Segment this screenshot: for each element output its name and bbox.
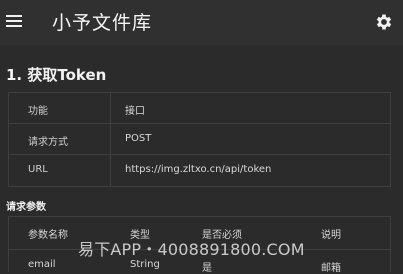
- app-bar: 小予文件库: [0, 0, 403, 45]
- info-key: 功能: [28, 106, 48, 117]
- info-key: URL: [28, 164, 48, 175]
- gear-icon[interactable]: [374, 12, 394, 32]
- section-title: 1. 获取Token: [6, 66, 107, 84]
- info-value: 接口: [125, 106, 145, 117]
- app-title: 小予文件库: [52, 12, 153, 34]
- param-name: email: [28, 259, 56, 270]
- param-type: String: [130, 259, 160, 270]
- info-row-function: 功能 接口: [9, 93, 390, 124]
- header-description: 说明: [321, 230, 341, 241]
- info-table: 功能 接口 请求方式 POST URL https://img.zltxo.cn…: [8, 92, 391, 187]
- watermark-text: 易下APP・4008891800.COM: [78, 240, 305, 259]
- header-param-name: 参数名称: [28, 230, 68, 241]
- params-title: 请求参数: [6, 202, 46, 213]
- info-row-method: 请求方式 POST: [9, 124, 390, 155]
- info-key: 请求方式: [28, 137, 68, 148]
- info-row-url: URL https://img.zltxo.cn/api/token: [9, 155, 390, 186]
- menu-icon[interactable]: [6, 13, 22, 27]
- info-value-url[interactable]: https://img.zltxo.cn/api/token: [125, 164, 271, 175]
- info-value: POST: [125, 133, 152, 144]
